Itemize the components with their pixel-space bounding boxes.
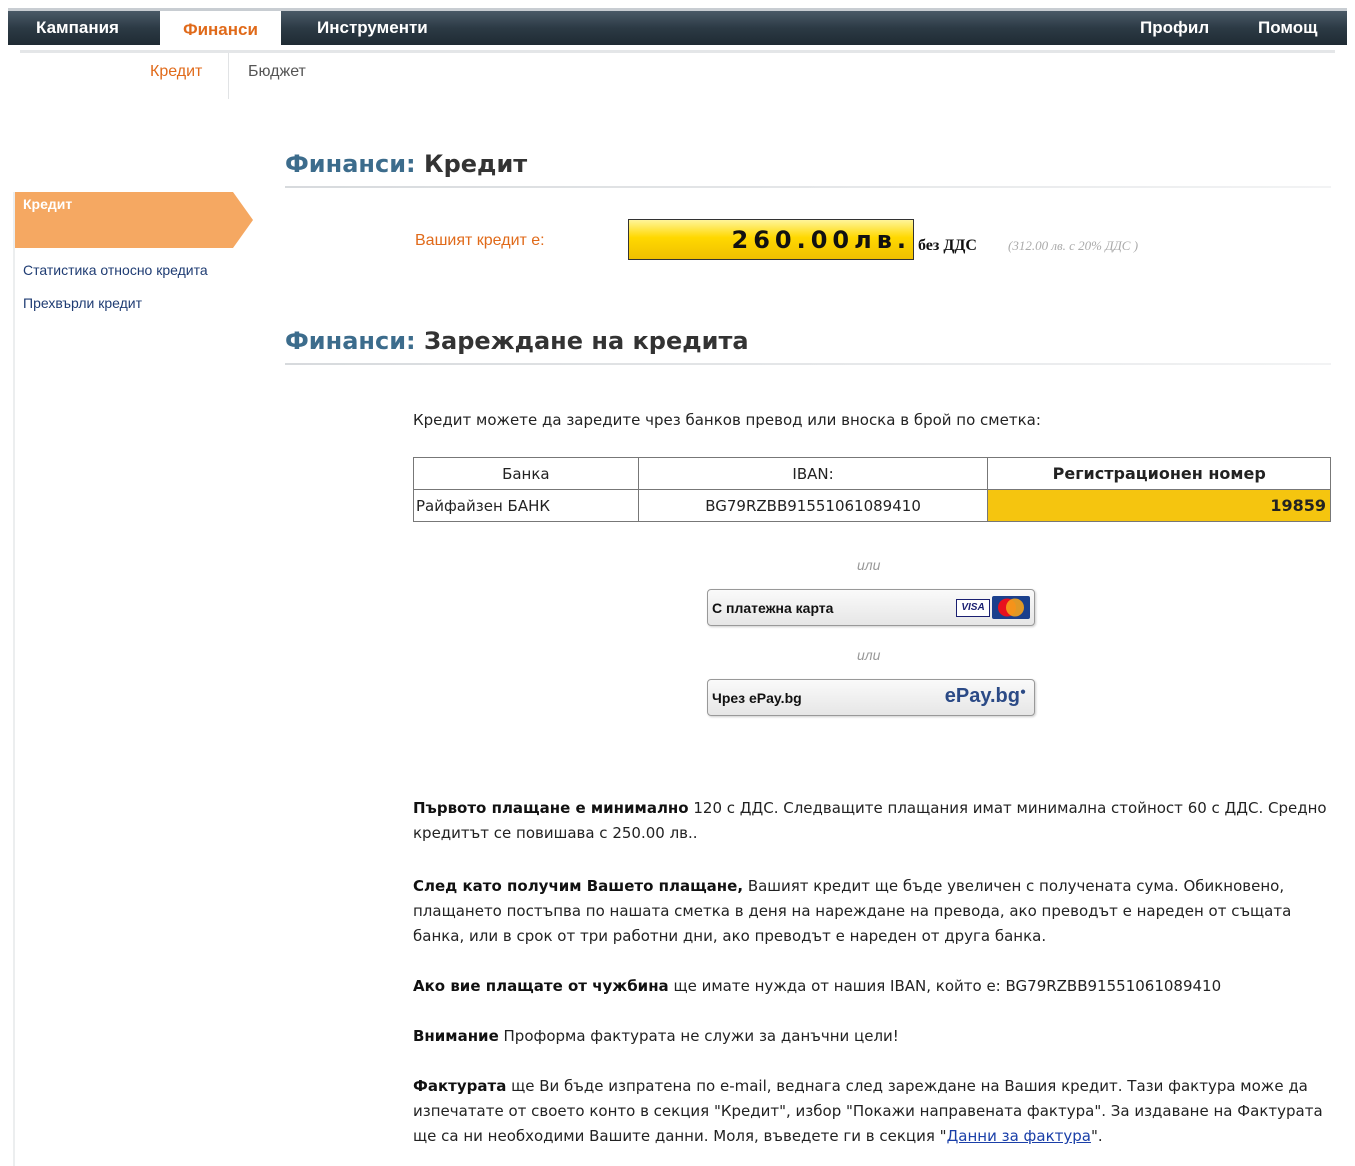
foreign-payment-note: Ако вие плащате от чужбина ще имате нужд…: [413, 977, 1222, 995]
section-divider: [285, 363, 1331, 365]
credit-label: Вашият кредит е:: [415, 232, 545, 249]
reg-number-cell: 19859: [987, 489, 1331, 522]
mastercard-icon: [992, 596, 1030, 619]
sidebar: Кредит Статистика относно кредита Прехвъ…: [13, 192, 253, 1166]
sidebar-item-credit[interactable]: Кредит: [15, 192, 253, 250]
topup-section-title: Финанси: Зареждане на кредита: [285, 327, 749, 355]
credit-title-prefix: Финанси:: [285, 150, 416, 178]
pay-by-epay-button[interactable]: Чрез ePay.bg ePay.bg●: [707, 679, 1035, 716]
nav-help[interactable]: Помощ: [1258, 11, 1317, 45]
topup-title-prefix: Финанси:: [285, 327, 416, 355]
minimum-payment-note: Първото плащане е минимално 120 с ДДС. С…: [413, 799, 1327, 842]
invoice-data-link[interactable]: Данни за фактура: [947, 1127, 1091, 1145]
table-header-reg-number: Регистрационен номер: [987, 457, 1331, 490]
credit-display: 260.00лв.: [628, 219, 914, 260]
table-header-iban: IBAN:: [637, 457, 989, 490]
credit-no-vat: без ДДС: [918, 237, 977, 254]
subnav-credit[interactable]: Кредит: [150, 63, 202, 81]
credit-with-vat: (312.00 лв. с 20% ДДС ): [1008, 238, 1139, 253]
nav-tools[interactable]: Инструменти: [317, 11, 428, 45]
table-header-bank: Банка: [413, 457, 639, 490]
section-divider: [285, 186, 1331, 188]
credit-section-title: Финанси: Кредит: [285, 150, 527, 178]
credit-title: Кредит: [423, 150, 528, 178]
payment-processing-note: След като получим Вашето плащане, Вашият…: [413, 877, 1292, 945]
visa-icon: VISA: [956, 599, 990, 617]
epay-logo: ePay.bg●: [944, 685, 1026, 707]
topup-title: Зареждане на кредита: [423, 327, 749, 355]
invoice-note: Фактурата ще Ви бъде изпратена по e-mail…: [413, 1077, 1323, 1145]
iban-cell: BG79RZBB91551061089410: [637, 489, 989, 522]
card-button-label: С платежна карта: [712, 600, 834, 616]
top-nav-bar: Кампания Финанси Инструменти Профил Помо…: [8, 8, 1347, 45]
credit-value: 260.00лв.: [731, 226, 911, 254]
bank-table: Банка IBAN: Регистрационен номер Райфайз…: [413, 457, 1331, 522]
subnav-budget[interactable]: Бюджет: [248, 63, 306, 81]
or-separator: или: [857, 557, 881, 573]
nav-campaign[interactable]: Кампания: [36, 11, 119, 45]
nav-profile[interactable]: Профил: [1140, 11, 1209, 45]
pay-by-card-button[interactable]: С платежна карта VISA: [707, 589, 1035, 626]
bank-name-cell: Райфайзен БАНК: [413, 489, 639, 522]
or-separator: или: [857, 647, 881, 663]
table-row: Райфайзен БАНК BG79RZBB91551061089410 19…: [413, 489, 1331, 522]
topup-intro: Кредит можете да заредите чрез банков пр…: [413, 411, 1041, 429]
proforma-warning: Внимание Проформа фактурата не служи за …: [413, 1027, 899, 1045]
sidebar-item-transfer[interactable]: Прехвърли кредит: [23, 295, 142, 311]
epay-button-label: Чрез ePay.bg: [712, 690, 802, 706]
sidebar-item-label: Кредит: [23, 196, 73, 212]
subnav-divider: [228, 53, 229, 99]
sub-nav: Кредит Бюджет: [20, 50, 1335, 99]
table-header-row: Банка IBAN: Регистрационен номер: [413, 457, 1331, 490]
nav-finance[interactable]: Финанси: [160, 8, 281, 45]
sidebar-item-statistics[interactable]: Статистика относно кредита: [23, 262, 208, 278]
